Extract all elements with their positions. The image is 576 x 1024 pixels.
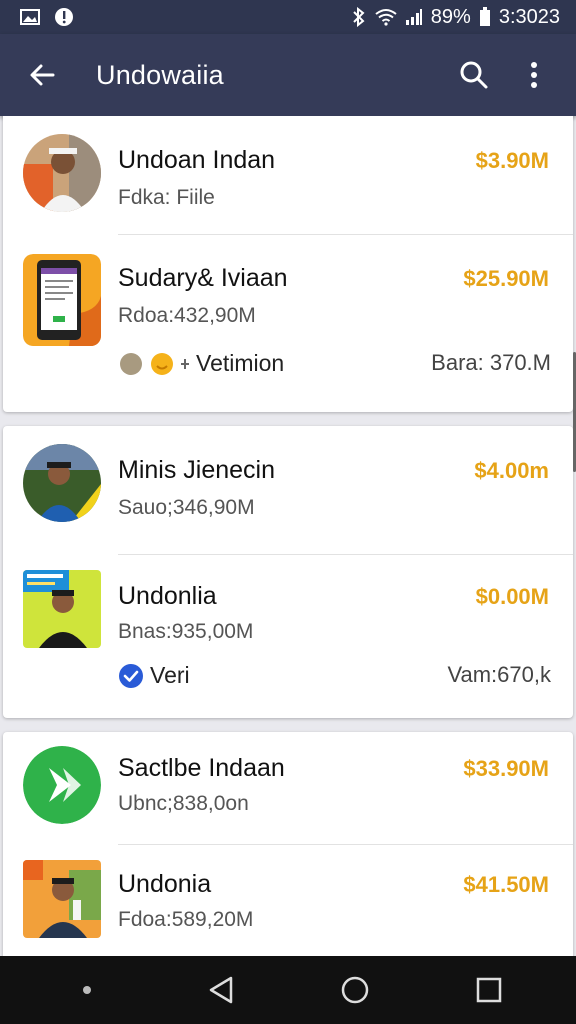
list-item[interactable]: Sudary& Iviaan Rdoa:432,90M $25.90M	[3, 236, 573, 352]
item-card: Undoan Indan Fdka: Fiile $3.90M Sudary& …	[3, 116, 573, 412]
item-name: Undonia	[118, 870, 212, 898]
square-recents-icon	[476, 977, 502, 1003]
image-notification-icon	[20, 8, 40, 26]
app-bar: Undowaiia	[0, 34, 576, 116]
plus-icon	[181, 358, 189, 369]
status-bar: 89% 3:3023	[0, 0, 576, 34]
back-button[interactable]	[24, 57, 60, 93]
seal-icon	[120, 352, 142, 375]
nav-back-button[interactable]	[196, 965, 246, 1015]
avatar	[23, 444, 101, 522]
meta-left: Veri	[118, 662, 190, 689]
list-item[interactable]: Minis Jienecin Sauo;346,90M $4.00m	[3, 426, 573, 542]
avatar	[23, 134, 101, 212]
avatar	[23, 570, 101, 648]
item-card: Sactlbe Indaan Ubnc;838,0on $33.90M Undo…	[3, 732, 573, 956]
list-item[interactable]: Undoan Indan Fdka: Fiile $3.90M	[3, 116, 573, 232]
item-subtitle: Rdoa:432,90M	[118, 304, 256, 327]
item-meta: Vetimion Bara: 370.M	[3, 350, 573, 394]
item-name: Undonlia	[118, 582, 217, 610]
more-vert-icon	[531, 62, 537, 88]
nav-dot-button[interactable]	[62, 965, 112, 1015]
meta-label: Vetimion	[196, 350, 285, 376]
verified-icon	[119, 663, 143, 688]
divider	[118, 234, 573, 235]
item-price: $4.00m	[474, 458, 549, 483]
search-button[interactable]	[454, 55, 494, 95]
item-price: $3.90M	[475, 148, 549, 173]
signal-icon	[405, 8, 423, 26]
triangle-back-icon	[209, 976, 233, 1004]
item-name: Undoan Indan	[118, 146, 276, 174]
item-subtitle: Ubnc;838,0on	[118, 792, 249, 815]
divider	[118, 844, 573, 845]
bluetooth-icon	[351, 7, 367, 27]
divider	[118, 554, 573, 555]
item-price: $33.90M	[463, 756, 549, 781]
item-name: Sactlbe Indaan	[118, 754, 285, 782]
item-name: Minis Jienecin	[118, 456, 276, 484]
battery-icon	[479, 7, 491, 27]
navigation-bar	[0, 956, 576, 1024]
list-item[interactable]: Undonlia Bnas:935,00M $0.00M	[3, 556, 573, 672]
item-list: Undoan Indan Fdka: Fiile $3.90M Sudary& …	[0, 116, 576, 956]
alert-notification-icon	[54, 7, 74, 27]
item-subtitle: Fdoa:589,20M	[118, 908, 254, 931]
nav-home-button[interactable]	[330, 965, 380, 1015]
list-item[interactable]: Undonia Fdoa:589,20M $41.50M	[3, 846, 573, 956]
item-name: Sudary& Iviaan	[118, 264, 288, 292]
meta-label: Veri	[150, 662, 190, 688]
item-subtitle: Bnas:935,00M	[118, 620, 254, 643]
circle-home-icon	[341, 976, 369, 1004]
avatar	[23, 860, 101, 938]
item-price: $0.00M	[475, 584, 549, 609]
wifi-icon	[375, 8, 397, 26]
arrow-left-icon	[30, 64, 55, 86]
meta-value: Bara: 370.M	[431, 350, 551, 375]
item-meta: Veri Vam:670,k	[3, 662, 573, 706]
clock: 3:3023	[498, 5, 560, 28]
meta-value: Vam:670,k	[447, 662, 551, 687]
battery-percentage: 89%	[430, 5, 471, 28]
phone-app-icon	[23, 254, 101, 346]
item-subtitle: Sauo;346,90M	[118, 496, 255, 519]
search-icon	[460, 61, 488, 89]
emoji-icon	[151, 352, 173, 375]
more-options-button[interactable]	[514, 55, 554, 95]
item-price: $41.50M	[463, 872, 549, 897]
meta-left: Vetimion	[118, 350, 284, 377]
list-item[interactable]: Sactlbe Indaan Ubnc;838,0on $33.90M	[3, 732, 573, 848]
dot-icon	[83, 986, 91, 994]
item-card: Minis Jienecin Sauo;346,90M $4.00m Undon…	[3, 426, 573, 718]
item-price: $25.90M	[463, 266, 549, 291]
green-app-icon	[23, 746, 101, 824]
nav-recents-button[interactable]	[464, 965, 514, 1015]
page-title: Undowaiia	[96, 59, 224, 90]
item-subtitle: Fdka: Fiile	[118, 186, 215, 209]
